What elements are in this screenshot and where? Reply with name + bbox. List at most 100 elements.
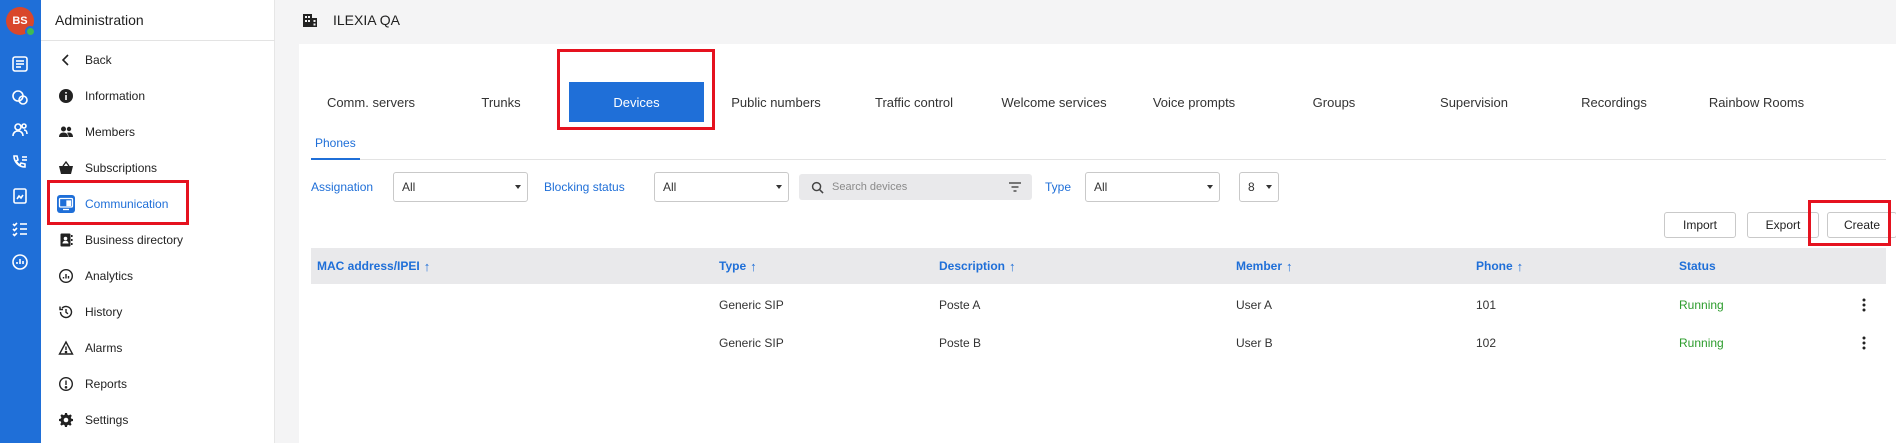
sidebar-item-label: Analytics	[85, 269, 134, 283]
sidebar-item-history[interactable]: History	[41, 295, 275, 329]
export-button[interactable]: Export	[1747, 212, 1819, 238]
column-label: Type	[719, 259, 747, 273]
page-title: ILEXIA QA	[333, 12, 400, 28]
cell-member: User A	[1236, 298, 1273, 312]
admin-sidebar: Administration Back Information Members …	[41, 0, 275, 443]
chevron-down-icon	[1207, 185, 1213, 189]
report-alert-icon	[57, 375, 75, 393]
sidebar-item-label: Members	[85, 125, 136, 139]
type-label: Type	[1045, 180, 1072, 194]
sort-arrow-icon: ↑	[1516, 258, 1524, 274]
subtab-phones[interactable]: Phones	[311, 132, 360, 160]
app-rail: BS	[0, 0, 41, 443]
tab-groups[interactable]: Groups	[1269, 82, 1399, 122]
import-button[interactable]: Import	[1664, 212, 1736, 238]
sidebar-item-members[interactable]: Members	[41, 115, 275, 149]
sidebar-item-business-directory[interactable]: Business directory	[41, 223, 275, 257]
tab-devices[interactable]: Devices	[569, 82, 704, 122]
tab-rainbow-rooms[interactable]: Rainbow Rooms	[1689, 82, 1824, 122]
cell-status: Running	[1679, 298, 1724, 312]
more-actions-icon[interactable]	[1856, 324, 1872, 362]
column-label: MAC address/IPEI	[317, 259, 420, 273]
sidebar-item-subscriptions[interactable]: Subscriptions	[41, 151, 275, 185]
column-label: Status	[1679, 259, 1716, 273]
devices-table-header: MAC address/IPEI ↑ Type ↑ Description ↑ Mem…	[311, 248, 1886, 284]
sidebar-item-label: Settings	[85, 413, 129, 427]
blocking-status-select[interactable]: All	[654, 172, 789, 202]
sidebar-item-label: Information	[85, 89, 146, 103]
page-size-value: 8	[1248, 180, 1255, 194]
news-icon[interactable]	[9, 53, 31, 75]
type-select[interactable]: All	[1085, 172, 1220, 202]
tab-public-numbers[interactable]: Public numbers	[711, 82, 841, 122]
cell-status: Running	[1679, 336, 1724, 350]
chevron-down-icon	[1266, 185, 1272, 189]
sidebar-item-reports[interactable]: Reports	[41, 367, 275, 401]
sort-arrow-icon: ↑	[750, 258, 757, 274]
conversations-icon[interactable]	[9, 86, 31, 108]
assignation-select[interactable]: All	[393, 172, 528, 202]
chevron-left-icon	[57, 51, 75, 69]
admin-analytics-icon[interactable]	[9, 251, 31, 273]
tab-voice-prompts[interactable]: Voice prompts	[1129, 82, 1259, 122]
contacts-book-icon	[57, 231, 75, 249]
assignation-value: All	[402, 180, 416, 194]
sidebar-item-analytics[interactable]: Analytics	[41, 259, 275, 293]
tab-comm-servers[interactable]: Comm. servers	[311, 82, 431, 122]
column-header-type[interactable]: Type ↑	[719, 248, 757, 284]
search-box	[799, 174, 1032, 200]
tab-traffic-control[interactable]: Traffic control	[849, 82, 979, 122]
gear-icon	[57, 411, 75, 429]
column-header-member[interactable]: Member ↑	[1236, 248, 1293, 284]
blocking-status-value: All	[663, 180, 677, 194]
sidebar-title: Administration	[55, 12, 144, 28]
sidebar-item-label: Alarms	[85, 341, 123, 355]
cell-phone: 101	[1476, 298, 1497, 312]
cell-type: Generic SIP	[719, 298, 784, 312]
sort-arrow-icon: ↑	[423, 258, 431, 274]
sidebar-item-label: Subscriptions	[85, 161, 158, 175]
sidebar-item-back[interactable]: Back	[41, 43, 275, 77]
presence-badge	[25, 26, 36, 37]
tab-trunks[interactable]: Trunks	[441, 82, 561, 122]
sidebar-item-information[interactable]: Information	[41, 79, 275, 113]
sidebar-item-label: Business directory	[85, 233, 184, 247]
tab-welcome-services[interactable]: Welcome services	[984, 82, 1124, 122]
create-button[interactable]: Create	[1827, 212, 1896, 238]
tasks-icon[interactable]	[9, 218, 31, 240]
tab-supervision[interactable]: Supervision	[1409, 82, 1539, 122]
contacts-icon[interactable]	[9, 119, 31, 141]
files-icon[interactable]	[9, 185, 31, 207]
avatar-initials: BS	[12, 15, 28, 27]
column-header-description[interactable]: Description ↑	[939, 248, 1016, 284]
search-input[interactable]	[832, 181, 992, 193]
table-row[interactable]: Generic SIP Poste B User B 102 Running	[311, 324, 1886, 362]
table-row[interactable]: Generic SIP Poste A User A 101 Running	[311, 286, 1886, 324]
monitor-phone-icon	[57, 195, 75, 213]
blocking-status-label: Blocking status	[544, 180, 625, 194]
sidebar-divider	[41, 40, 275, 41]
sidebar-item-label: Reports	[85, 377, 128, 391]
sort-arrow-icon: ↑	[1009, 258, 1016, 274]
sidebar-item-communication[interactable]: Communication	[41, 187, 275, 221]
filter-icon[interactable]	[1008, 181, 1022, 193]
sidebar-item-label: Back	[85, 53, 112, 67]
column-header-phone[interactable]: Phone ↑	[1476, 248, 1523, 284]
column-label: Phone	[1476, 259, 1513, 273]
column-header-mac[interactable]: MAC address/IPEI ↑	[317, 248, 430, 284]
sidebar-item-label: Communication	[85, 197, 169, 211]
sidebar-item-alarms[interactable]: Alarms	[41, 331, 275, 365]
column-header-status[interactable]: Status	[1679, 248, 1716, 284]
page-size-select[interactable]: 8	[1239, 172, 1279, 202]
people-icon	[57, 123, 75, 141]
assignation-label: Assignation	[311, 180, 374, 194]
cell-description: Poste B	[939, 336, 982, 350]
cell-member: User B	[1236, 336, 1273, 350]
avatar[interactable]: BS	[6, 7, 36, 37]
basket-icon	[57, 159, 75, 177]
communication-tabs: Comm. servers Trunks Devices Public numb…	[299, 44, 1896, 134]
tab-recordings[interactable]: Recordings	[1549, 82, 1679, 122]
sidebar-item-settings[interactable]: Settings	[41, 403, 275, 437]
more-actions-icon[interactable]	[1856, 286, 1872, 324]
calls-icon[interactable]	[9, 152, 31, 174]
